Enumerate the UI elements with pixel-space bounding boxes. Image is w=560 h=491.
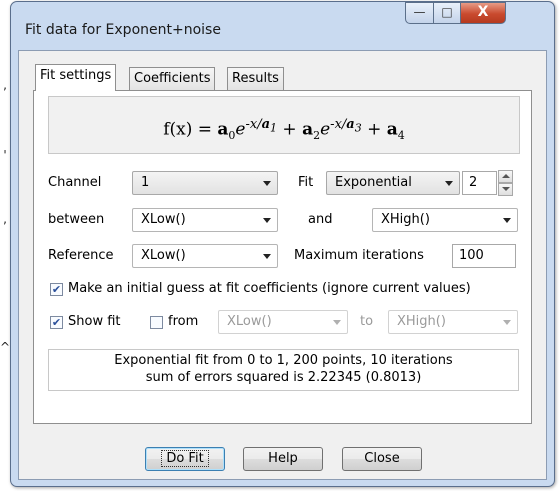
chevron-down-icon <box>445 181 453 186</box>
from-select[interactable]: XLow() <box>218 310 348 334</box>
formula-coef: a <box>302 119 314 140</box>
formula-coef: a <box>346 117 355 132</box>
and-label: and <box>308 212 333 227</box>
close-window-button[interactable]: X <box>460 2 506 24</box>
chevron-down-icon <box>263 218 271 223</box>
status-line-1: Exponential fit from 0 to 1, 200 points,… <box>114 353 453 368</box>
maximize-button[interactable]: □ <box>433 2 461 24</box>
reference-label: Reference <box>48 248 114 263</box>
edge-mark: ' <box>3 148 7 162</box>
close-button[interactable]: Close <box>342 447 422 471</box>
to-select[interactable]: XHigh() <box>388 310 518 334</box>
between-value: XLow() <box>141 212 186 227</box>
channel-select[interactable]: 1 <box>132 171 278 195</box>
tab-coefficients[interactable]: Coefficients <box>129 67 216 90</box>
from-label: from <box>168 314 199 329</box>
formula-sub: 1 <box>270 121 278 135</box>
fit-status-box: Exponential fit from 0 to 1, 200 points,… <box>48 349 519 391</box>
formula-display: f(x) = a0e-x/a1 + a2e-x/a3 + a4 <box>48 96 520 154</box>
chevron-down-icon <box>503 218 511 223</box>
between-label: between <box>48 212 105 227</box>
formula-exp: -x/ <box>330 117 347 132</box>
formula-e: e <box>235 119 246 140</box>
minimize-icon: — <box>413 5 426 19</box>
dialog-client: Fit settings Coefficients Results f(x) =… <box>18 50 547 480</box>
fit-type-value: Exponential <box>335 175 412 190</box>
edge-mark: , <box>3 78 7 92</box>
guess-checkbox[interactable]: ✔ <box>50 283 63 296</box>
fit-type-select[interactable]: Exponential <box>326 171 460 195</box>
from-value: XLow() <box>227 314 272 329</box>
checkmark-icon: ✔ <box>51 283 62 296</box>
status-line-2: sum of errors squared is 2.22345 (0.8013… <box>145 370 422 385</box>
formula-plus: + <box>277 119 303 140</box>
formula-sub: 4 <box>397 129 405 143</box>
formula-lhs: f(x) = <box>163 119 218 140</box>
formula-coef: a <box>261 117 271 132</box>
formula-coef: a <box>386 119 398 140</box>
max-iterations-input[interactable]: 100 <box>452 244 516 268</box>
chevron-down-icon <box>333 320 341 325</box>
tab-fit-settings[interactable]: Fit settings <box>35 64 117 91</box>
help-button[interactable]: Help <box>243 447 323 471</box>
fit-order-input[interactable]: 2 <box>462 171 497 195</box>
show-fit-label: Show fit <box>68 314 121 329</box>
show-fit-checkbox[interactable]: ✔ <box>50 316 63 329</box>
do-fit-label: Do Fit <box>161 450 209 467</box>
and-value: XHigh() <box>381 212 430 227</box>
between-select[interactable]: XLow() <box>132 208 278 232</box>
checkmark-icon: ✔ <box>51 316 62 329</box>
formula-e: e <box>320 119 331 140</box>
chevron-down-icon <box>263 254 271 259</box>
formula-coef: a <box>217 119 229 140</box>
do-fit-button[interactable]: Do Fit <box>145 447 225 471</box>
and-select[interactable]: XHigh() <box>372 208 518 232</box>
spin-up-icon <box>502 174 510 178</box>
close-icon: X <box>477 4 489 20</box>
maximize-icon: □ <box>441 5 453 19</box>
from-checkbox[interactable] <box>150 316 163 329</box>
formula-exp: -x/ <box>245 117 262 132</box>
minimize-button[interactable]: — <box>405 2 434 24</box>
to-value: XHigh() <box>397 314 446 329</box>
tab-results[interactable]: Results <box>227 67 284 90</box>
channel-label: Channel <box>48 175 102 190</box>
reference-value: XLow() <box>141 248 186 263</box>
to-label: to <box>360 314 374 329</box>
chevron-down-icon <box>503 320 511 325</box>
guess-label: Make an initial guess at fit coefficient… <box>68 281 471 296</box>
fit-order-down-button[interactable] <box>498 183 513 196</box>
reference-select[interactable]: XLow() <box>132 244 278 268</box>
fit-order-up-button[interactable] <box>498 170 513 183</box>
edge-mark: , <box>3 212 7 226</box>
formula-sub: 3 <box>354 121 362 135</box>
channel-value: 1 <box>141 175 150 190</box>
fit-settings-panel: f(x) = a0e-x/a1 + a2e-x/a3 + a4 Channel … <box>33 90 532 424</box>
formula-plus: + <box>361 119 387 140</box>
spin-down-icon <box>502 187 510 191</box>
window-title: Fit data for Exponent+noise <box>25 22 221 38</box>
edge-mark: ^ <box>0 340 11 354</box>
max-iterations-label: Maximum iterations <box>294 248 424 263</box>
chevron-down-icon <box>263 181 271 186</box>
fit-label: Fit <box>298 175 314 190</box>
dialog-window: Fit data for Exponent+noise — □ X Fit se… <box>10 1 555 487</box>
